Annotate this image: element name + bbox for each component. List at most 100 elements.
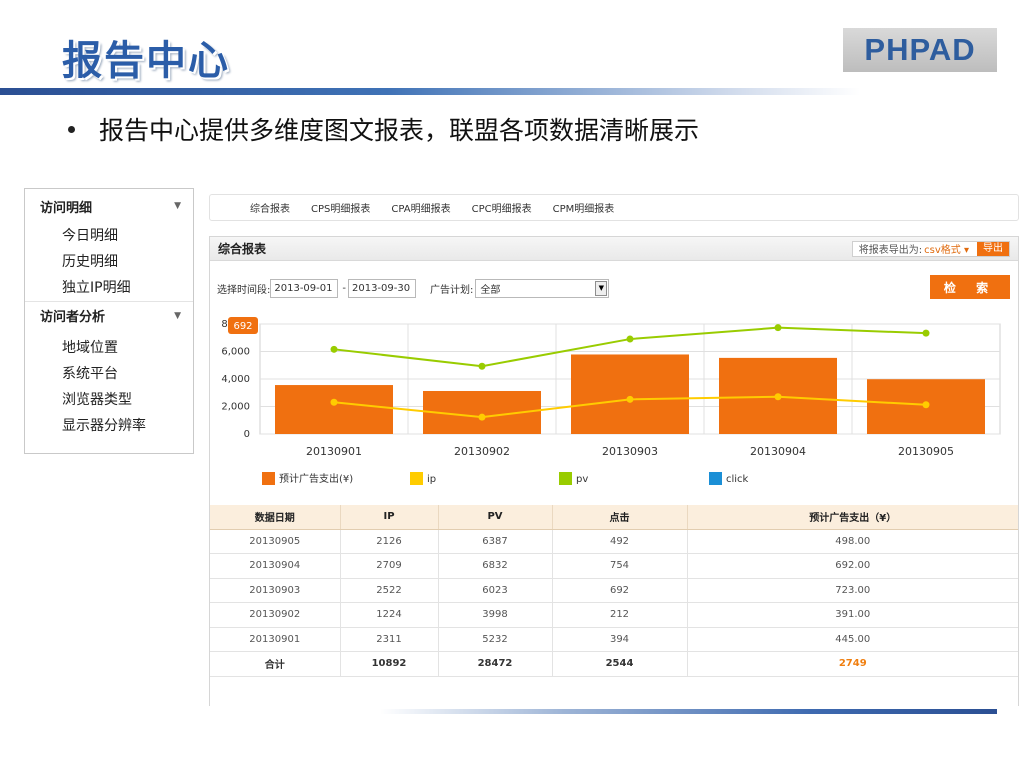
sidebar-item-os-platform[interactable]: 系统平台 [25, 361, 193, 387]
legend-item-pv[interactable]: pv [559, 472, 588, 485]
bullet-text: 报告中心提供多维度图文报表，联盟各项数据清晰展示 [99, 116, 700, 145]
legend-label: ip [427, 474, 436, 485]
report-panel: 综合报表 将报表导出为: csv格式 ▾ 导出 选择时间段: - 广告计划: 全… [209, 236, 1019, 706]
tab-cpa-report[interactable]: CPA明细报表 [391, 200, 450, 215]
x-tick-label: 20130904 [750, 445, 806, 458]
table-row: 20130903 2522 6023 692 723.00 [210, 578, 1018, 603]
sidebar-section-visitor-analysis[interactable]: 访问者分析 ▼ [25, 301, 193, 329]
caret-down-icon: ▼ [174, 201, 181, 211]
phpad-logo: PHPAD [843, 28, 997, 72]
tab-summary-report[interactable]: 综合报表 [250, 200, 290, 215]
cell-ad-spend: 692.00 [686, 553, 1018, 579]
total-ad-spend: 2749 [686, 651, 1018, 677]
x-tick-label: 20130901 [306, 445, 362, 458]
legend-item-预计广告支出(¥)[interactable]: 预计广告支出(¥) [262, 472, 353, 485]
x-tick-label: 20130903 [602, 445, 658, 458]
total-ip: 10892 [339, 651, 438, 677]
sidebar-item-screen-resolution[interactable]: 显示器分辨率 [25, 413, 193, 439]
point-pv [922, 329, 930, 337]
table-row: 20130901 2311 5232 394 445.00 [210, 627, 1018, 652]
table-header-row: 数据日期 IP PV 点击 预计广告支出（¥） [210, 505, 1018, 530]
cell-click: 492 [551, 529, 687, 554]
column-header-click[interactable]: 点击 [551, 505, 687, 530]
cell-date: 20130905 [210, 529, 340, 554]
tab-cpc-report[interactable]: CPC明细报表 [472, 200, 532, 215]
panel-title: 综合报表 [218, 242, 267, 256]
legend-item-click[interactable]: click [709, 472, 749, 485]
point-pv [478, 362, 486, 370]
cell-ad-spend: 498.00 [686, 529, 1018, 554]
ad-plan-value: 全部 [480, 284, 501, 296]
tab-cps-report[interactable]: CPS明细报表 [311, 200, 370, 215]
sidebar-item-browser-type[interactable]: 浏览器类型 [25, 387, 193, 413]
cell-click: 754 [551, 553, 687, 579]
x-tick-label: 20130905 [898, 445, 954, 458]
y-tick-label: 4,000 [221, 374, 250, 385]
cell-ip: 1224 [339, 602, 438, 628]
cell-pv: 6387 [437, 529, 552, 554]
point-ip [922, 401, 930, 409]
cell-pv: 5232 [437, 627, 552, 652]
legend-swatch [559, 472, 572, 485]
export-button[interactable]: 导出 [977, 241, 1009, 256]
cell-date: 20130901 [210, 627, 340, 652]
column-header-ad-spend[interactable]: 预计广告支出（¥） [686, 505, 1018, 530]
report-table: 数据日期 IP PV 点击 预计广告支出（¥） 20130905 2126 6387… [210, 505, 1018, 677]
table-total-row: 合计 10892 28472 2544 2749 [210, 651, 1018, 677]
sidebar-item-unique-ip-detail[interactable]: 独立IP明细 [25, 275, 193, 301]
y-tick-label: 2,000 [221, 402, 250, 413]
legend-swatch [410, 472, 423, 485]
legend-item-ip[interactable]: ip [410, 472, 436, 485]
sidebar-item-today-detail[interactable]: 今日明细 [25, 223, 193, 249]
dropdown-arrow-icon[interactable]: ▼ [595, 280, 608, 296]
tab-cpm-report[interactable]: CPM明细报表 [553, 200, 615, 215]
export-control: 将报表导出为: csv格式 ▾ 导出 [851, 240, 1010, 257]
cell-pv: 3998 [437, 602, 552, 628]
cell-ip: 2522 [339, 578, 438, 603]
cell-ip: 2126 [339, 529, 438, 554]
sidebar-section-visit-detail[interactable]: 访问明细 ▼ [25, 189, 193, 223]
end-date-input[interactable] [347, 278, 416, 298]
x-tick-label: 20130902 [454, 445, 510, 458]
column-header-ip[interactable]: IP [339, 505, 438, 530]
column-header-pv[interactable]: PV [437, 505, 552, 530]
point-pv [774, 324, 782, 332]
legend-swatch [262, 472, 275, 485]
date-separator: - [342, 282, 346, 294]
point-ip [478, 413, 486, 421]
cell-click: 692 [551, 578, 687, 603]
filter-row: 选择时间段: - 广告计划: 全部 ▼ 检 索 [217, 275, 1010, 299]
report-chart: 8,0006,0004,0002,00002013090120130902201… [221, 317, 1001, 485]
column-header-date[interactable]: 数据日期 [210, 505, 340, 530]
cell-ad-spend: 723.00 [686, 578, 1018, 603]
table-row: 20130902 1224 3998 212 391.00 [210, 602, 1018, 628]
header-divider [0, 88, 860, 95]
cell-ad-spend: 445.00 [686, 627, 1018, 652]
cell-date: 20130903 [210, 578, 340, 603]
search-button[interactable]: 检 索 [930, 275, 1010, 299]
sidebar-section-label: 访问明细 [40, 200, 93, 216]
point-pv [626, 335, 634, 343]
sidebar-item-geo-location[interactable]: 地域位置 [25, 335, 193, 361]
sidebar-item-history-detail[interactable]: 历史明细 [25, 249, 193, 275]
point-ip [330, 398, 338, 406]
cell-click: 394 [551, 627, 687, 652]
table-row: 20130905 2126 6387 492 498.00 [210, 529, 1018, 554]
start-date-input[interactable] [270, 278, 339, 298]
ad-plan-select[interactable]: 全部 ▼ [475, 278, 610, 298]
export-format-select[interactable]: csv格式 ▾ [924, 241, 969, 256]
value-tooltip: 692 [228, 317, 258, 334]
legend-label: click [726, 474, 749, 485]
bullet-point: 报告中心提供多维度图文报表，联盟各项数据清晰展示 [68, 111, 699, 147]
legend-label: 预计广告支出(¥) [279, 472, 353, 485]
legend-swatch [709, 472, 722, 485]
cell-ip: 2311 [339, 627, 438, 652]
ad-plan-label: 广告计划: [429, 284, 474, 296]
cell-ad-spend: 391.00 [686, 602, 1018, 628]
total-click: 2544 [551, 651, 687, 677]
slide-title: 报告中心 [62, 38, 230, 84]
y-tick-label: 0 [244, 429, 250, 440]
bar-ad-spend [275, 385, 393, 434]
cell-click: 212 [551, 602, 687, 628]
footer-divider [380, 709, 997, 714]
